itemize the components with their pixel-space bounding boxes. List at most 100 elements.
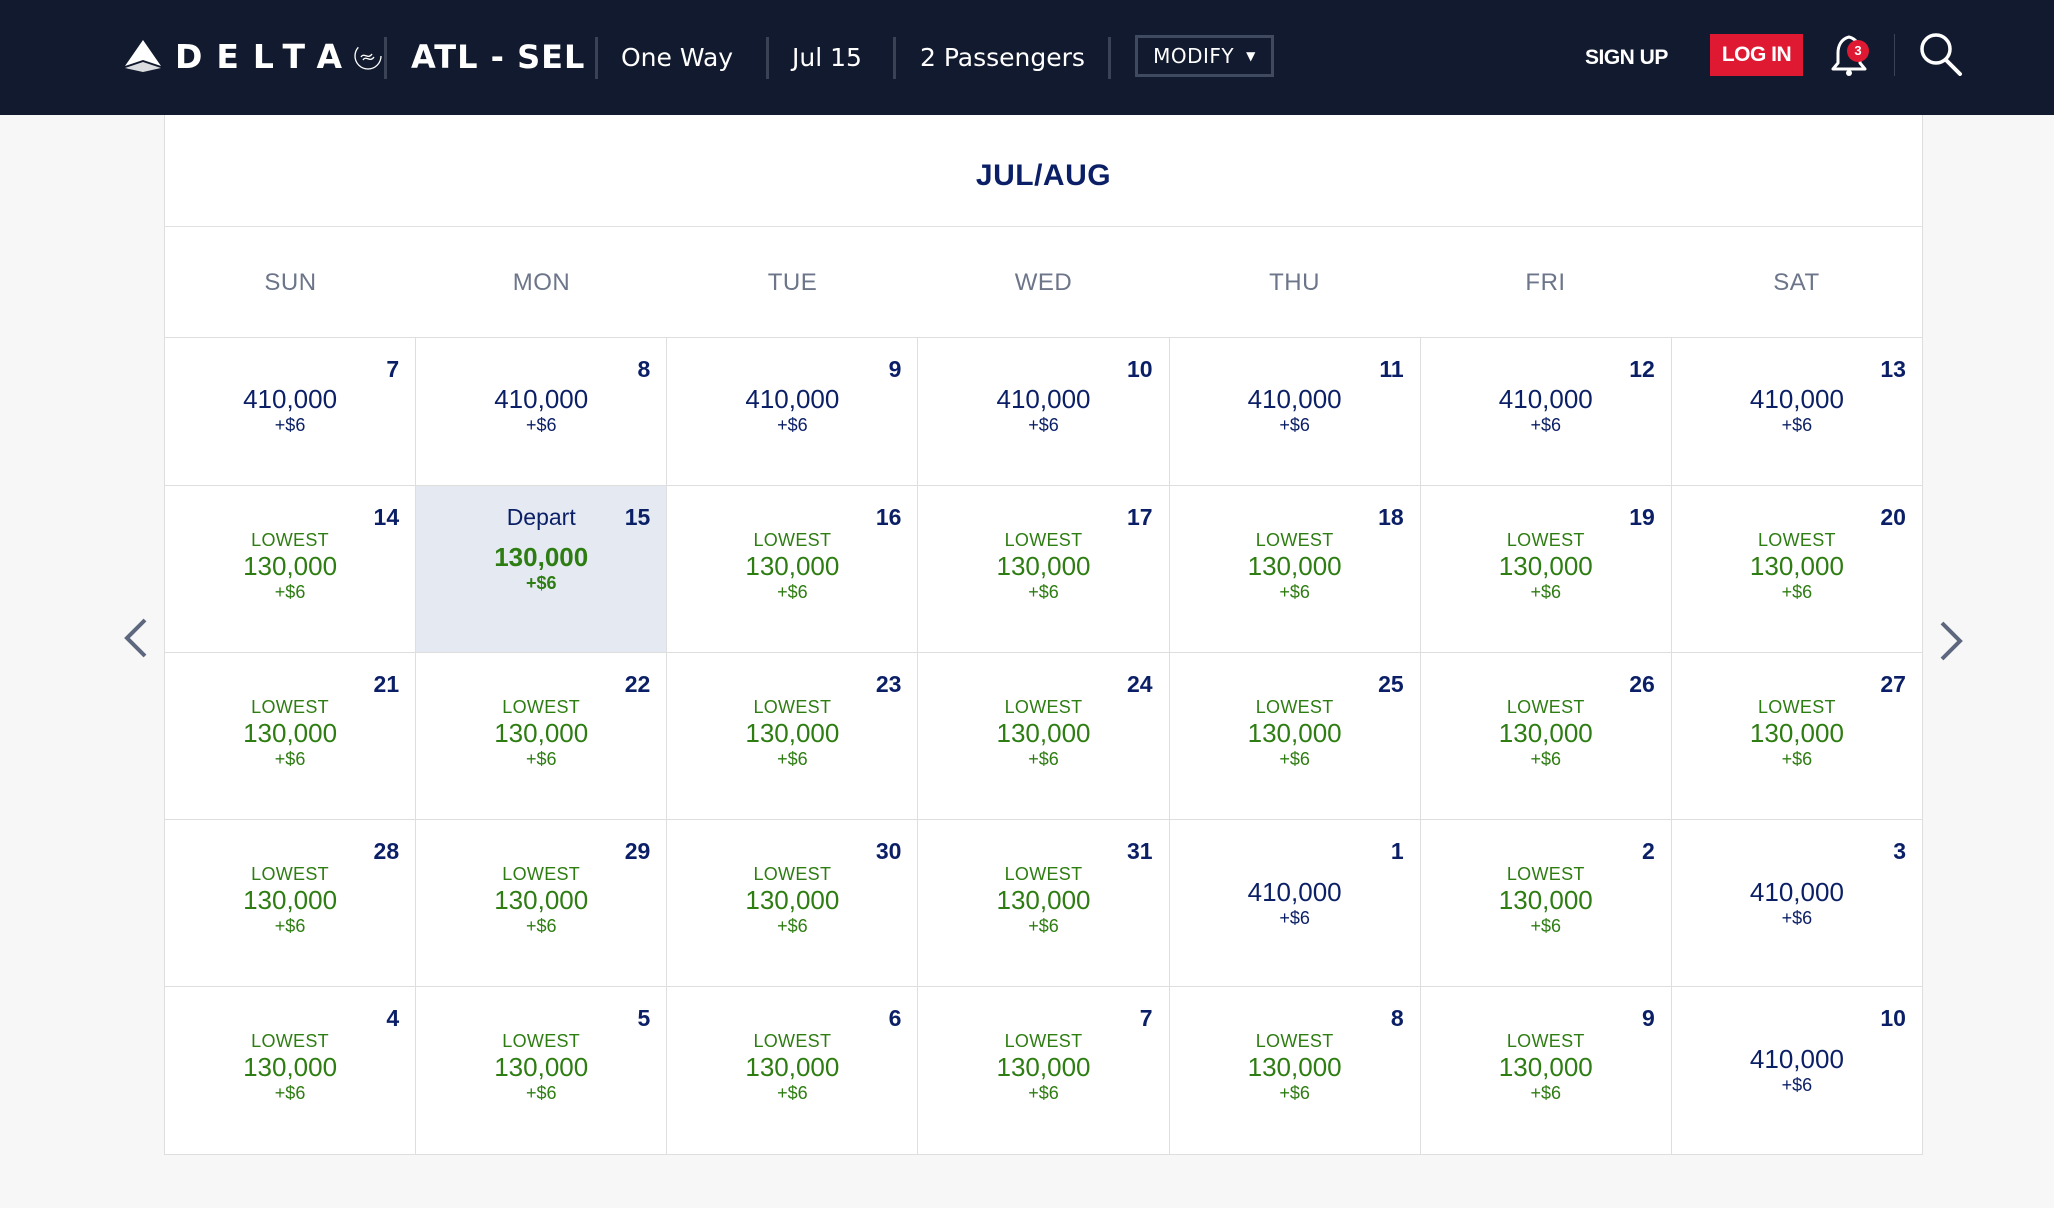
- nav-divider: [595, 37, 598, 79]
- taxes-fee: +$6: [1028, 916, 1059, 936]
- fare-info: 410,000 +$6: [1672, 877, 1922, 929]
- calendar-day-cell[interactable]: 7 LOWEST 130,000 +$6: [918, 987, 1170, 1154]
- day-number: 19: [1629, 504, 1655, 530]
- taxes-fee: +$6: [1530, 1083, 1562, 1103]
- calendar-day-cell[interactable]: 8 410,000 +$6: [416, 338, 668, 485]
- calendar-day-cell[interactable]: 7 410,000 +$6: [165, 338, 417, 485]
- day-number: 21: [373, 671, 400, 697]
- fare-calendar: JUL/AUG SUN MON TUE WED THU FRI SAT 7 410,000 +$…: [164, 115, 1923, 1155]
- nav-divider: [384, 37, 387, 79]
- taxes-fee: +$6: [777, 749, 808, 769]
- day-number: 9: [888, 356, 902, 382]
- day-number: 10: [1126, 356, 1153, 382]
- calendar-day-cell[interactable]: 5 LOWEST 130,000 +$6: [416, 987, 668, 1154]
- log-in-button[interactable]: LOG IN: [1710, 34, 1803, 76]
- calendar-day-cell[interactable]: 4 LOWEST 130,000 +$6: [165, 987, 417, 1154]
- fare-info: LOWEST 130,000 +$6: [1170, 1031, 1420, 1104]
- day-number: 14: [373, 504, 400, 530]
- fare-info: 410,000 +$6: [165, 384, 415, 436]
- calendar-day-cell[interactable]: 23 LOWEST 130,000 +$6: [667, 653, 919, 819]
- calendar-day-cell[interactable]: 16 LOWEST 130,000 +$6: [667, 486, 919, 652]
- miles-price: 130,000: [745, 718, 840, 748]
- taxes-fee: +$6: [777, 916, 808, 936]
- lowest-fare-label: LOWEST: [1004, 1031, 1083, 1051]
- calendar-day-cell[interactable]: 18 LOWEST 130,000 +$6: [1170, 486, 1421, 652]
- weekday-label: MON: [512, 269, 571, 296]
- miles-price: 130,000: [1749, 551, 1844, 581]
- miles-price: 130,000: [243, 718, 338, 748]
- calendar-day-cell[interactable]: 27 LOWEST 130,000 +$6: [1672, 653, 1922, 819]
- miles-price: 410,000: [494, 384, 589, 414]
- chevron-right-icon: [1940, 621, 1963, 661]
- calendar-day-cell[interactable]: 11 410,000 +$6: [1170, 338, 1421, 485]
- calendar-day-cell[interactable]: 26 LOWEST 130,000 +$6: [1421, 653, 1672, 819]
- miles-price: 410,000: [1247, 877, 1342, 907]
- calendar-day-cell-selected[interactable]: 15 Depart 130,000 +$6: [416, 486, 668, 652]
- fare-info: LOWEST 130,000 +$6: [165, 864, 415, 937]
- calendar-day-cell[interactable]: 31 LOWEST 130,000 +$6: [918, 820, 1170, 986]
- lowest-fare-label: LOWEST: [753, 1031, 832, 1051]
- day-number: 6: [888, 1005, 902, 1031]
- calendar-day-cell[interactable]: 19 LOWEST 130,000 +$6: [1421, 486, 1672, 652]
- day-number: 7: [1139, 1005, 1153, 1031]
- sign-up-link[interactable]: SIGN UP: [1585, 0, 1668, 115]
- taxes-fee: +$6: [525, 749, 557, 769]
- calendar-day-cell[interactable]: 28 LOWEST 130,000 +$6: [165, 820, 417, 986]
- fare-info: LOWEST 130,000 +$6: [1170, 697, 1420, 770]
- day-number: 7: [386, 356, 400, 382]
- day-number: 22: [624, 671, 651, 697]
- taxes-fee: +$6: [1028, 415, 1059, 435]
- calendar-day-cell[interactable]: 3 410,000 +$6: [1672, 820, 1922, 986]
- next-month-button[interactable]: [1930, 613, 1970, 669]
- day-number: 1: [1390, 838, 1404, 864]
- taxes-fee: +$6: [777, 415, 808, 435]
- taxes-fee: +$6: [525, 1083, 557, 1103]
- fare-info: LOWEST 130,000 +$6: [1421, 864, 1671, 937]
- calendar-day-cell[interactable]: 22 LOWEST 130,000 +$6: [416, 653, 668, 819]
- fare-info: 410,000 +$6: [416, 384, 666, 436]
- day-number: 30: [875, 838, 902, 864]
- calendar-day-cell[interactable]: 14 LOWEST 130,000 +$6: [165, 486, 417, 652]
- miles-price: 130,000: [745, 1052, 840, 1082]
- modify-button[interactable]: MODIFY ▼: [1135, 35, 1274, 77]
- day-number: 2: [1642, 838, 1655, 864]
- calendar-day-cell[interactable]: 21 LOWEST 130,000 +$6: [165, 653, 417, 819]
- calendar-day-cell[interactable]: 2 LOWEST 130,000 +$6: [1421, 820, 1672, 986]
- calendar-day-cell[interactable]: 1 410,000 +$6: [1170, 820, 1421, 986]
- fare-info: LOWEST 130,000 +$6: [1170, 530, 1420, 603]
- calendar-day-cell[interactable]: 17 LOWEST 130,000 +$6: [918, 486, 1170, 652]
- calendar-day-cell[interactable]: 20 LOWEST 130,000 +$6: [1672, 486, 1922, 652]
- fare-info: LOWEST 130,000 +$6: [165, 697, 415, 770]
- calendar-day-cell[interactable]: 8 LOWEST 130,000 +$6: [1170, 987, 1421, 1154]
- calendar-day-cell[interactable]: 13 410,000 +$6: [1672, 338, 1922, 485]
- miles-price: 410,000: [1749, 384, 1844, 414]
- calendar-day-cell[interactable]: 9 410,000 +$6: [667, 338, 919, 485]
- lowest-fare-label: LOWEST: [251, 697, 329, 717]
- calendar-day-cell[interactable]: 10 410,000 +$6: [1672, 987, 1922, 1154]
- search-icon[interactable]: [1918, 32, 1964, 76]
- calendar-day-cell[interactable]: 29 LOWEST 130,000 +$6: [416, 820, 668, 986]
- lowest-fare-label: LOWEST: [251, 864, 329, 884]
- calendar-day-cell[interactable]: 9 LOWEST 130,000 +$6: [1421, 987, 1672, 1154]
- fare-info: LOWEST 130,000 +$6: [1421, 530, 1671, 603]
- taxes-fee: +$6: [1530, 749, 1562, 769]
- fare-info: LOWEST 130,000 +$6: [918, 697, 1168, 770]
- lowest-fare-label: LOWEST: [753, 697, 832, 717]
- miles-price: 410,000: [1247, 384, 1342, 414]
- nav-divider: [893, 37, 896, 79]
- calendar-day-cell[interactable]: 24 LOWEST 130,000 +$6: [918, 653, 1170, 819]
- calendar-day-cell[interactable]: 30 LOWEST 130,000 +$6: [667, 820, 919, 986]
- taxes-fee: +$6: [1028, 749, 1059, 769]
- date-label: Jul 15: [792, 43, 862, 72]
- calendar-day-cell[interactable]: 10 410,000 +$6: [918, 338, 1170, 485]
- miles-price: 130,000: [1498, 551, 1593, 581]
- miles-price: 130,000: [745, 885, 840, 915]
- calendar-day-cell[interactable]: 12 410,000 +$6: [1421, 338, 1672, 485]
- weekday-label: TUE: [767, 269, 818, 296]
- depart-label: Depart: [506, 504, 576, 530]
- fare-info: LOWEST 130,000 +$6: [416, 697, 666, 770]
- previous-month-button[interactable]: [117, 610, 157, 666]
- calendar-day-cell[interactable]: 6 LOWEST 130,000 +$6: [667, 987, 919, 1154]
- calendar-day-cell[interactable]: 25 LOWEST 130,000 +$6: [1170, 653, 1421, 819]
- delta-logo[interactable]: DELTA: [125, 36, 384, 76]
